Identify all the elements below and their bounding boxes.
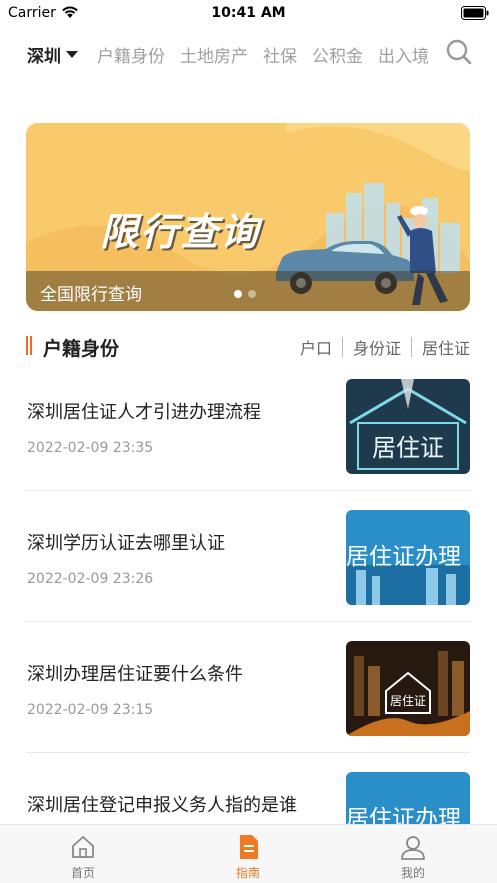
tab-category[interactable]: 土地房产 <box>180 47 248 67</box>
article-date: 2022-02-09 23:35 <box>27 440 154 456</box>
tab-category[interactable]: 出入境 <box>378 47 429 67</box>
tab-guide-label: 指南 <box>235 866 260 880</box>
tab-profile-label: 我的 <box>400 866 425 880</box>
article-date: 2022-02-09 23:26 <box>27 571 154 587</box>
city-selector[interactable]: 深圳 <box>27 42 78 67</box>
tab-id-card[interactable]: 身份证 <box>343 335 411 359</box>
thumbnail-text: 居住证办理 <box>346 544 461 570</box>
carousel-dot <box>248 290 256 298</box>
article-thumbnail: 居住证办理 <box>346 510 470 605</box>
article-list: 深圳居住证人才引进办理流程 2022-02-09 23:35 居住证 深圳学历认… <box>26 360 470 883</box>
status-bar: Carrier 10:41 AM <box>0 0 497 28</box>
promo-banner[interactable]: 限行查询 全国限行查询 <box>26 123 470 311</box>
list-item[interactable]: 深圳居住证人才引进办理流程 2022-02-09 23:35 居住证 <box>26 360 470 491</box>
thumbnail-text: 居住证 <box>390 694 426 708</box>
tab-residence-permit[interactable]: 居住证 <box>412 335 470 359</box>
home-icon <box>72 836 94 858</box>
article-title: 深圳居住证人才引进办理流程 <box>27 402 261 423</box>
article-title: 深圳学历认证去哪里认证 <box>27 533 225 554</box>
tab-profile[interactable]: 我的 <box>373 833 453 881</box>
tab-guide[interactable]: 指南 <box>208 833 288 881</box>
guide-icon <box>240 835 258 859</box>
section-header: 户籍身份 户口 身份证 居住证 <box>26 333 470 360</box>
chevron-down-icon <box>66 51 78 58</box>
article-thumbnail: 居住证 <box>346 641 470 736</box>
article-title: 深圳居住登记申报义务人指的是谁 <box>27 795 297 816</box>
top-nav: 深圳 户籍身份 土地房产 社保 公积金 出入境 <box>0 34 497 72</box>
article-title: 深圳办理居住证要什么条件 <box>27 664 243 685</box>
tab-hukou[interactable]: 户口 <box>290 335 342 359</box>
search-icon[interactable] <box>445 38 473 66</box>
clock: 10:41 AM <box>211 5 286 21</box>
list-item[interactable]: 深圳办理居住证要什么条件 2022-02-09 23:15 居住证 <box>26 622 470 753</box>
tab-home[interactable]: 首页 <box>43 833 123 881</box>
city-label: 深圳 <box>27 47 61 67</box>
article-date: 2022-02-09 23:15 <box>27 702 154 718</box>
tab-category[interactable]: 社保 <box>263 47 297 67</box>
carousel-indicator <box>234 290 256 298</box>
tab-home-label: 首页 <box>70 866 95 880</box>
section-filter-tabs: 户口 身份证 居住证 <box>290 335 470 359</box>
profile-icon <box>401 836 425 860</box>
tab-category[interactable]: 户籍身份 <box>97 47 165 67</box>
category-tabs: 户籍身份 土地房产 社保 公积金 出入境 <box>97 42 432 67</box>
bottom-tab-bar: 首页 指南 我的 <box>0 824 497 883</box>
article-thumbnail: 居住证 <box>346 379 470 474</box>
section-marker-icon <box>26 336 32 355</box>
tab-category[interactable]: 公积金 <box>312 47 363 67</box>
list-item[interactable]: 深圳学历认证去哪里认证 2022-02-09 23:26 居住证办理 <box>26 491 470 622</box>
carousel-dot <box>234 290 242 298</box>
banner-caption: 全国限行查询 <box>40 285 142 305</box>
banner-image-text: 限行查询 <box>100 210 261 254</box>
section-title: 户籍身份 <box>43 338 120 360</box>
battery-icon <box>461 6 489 20</box>
thumbnail-text: 居住证 <box>372 434 444 462</box>
